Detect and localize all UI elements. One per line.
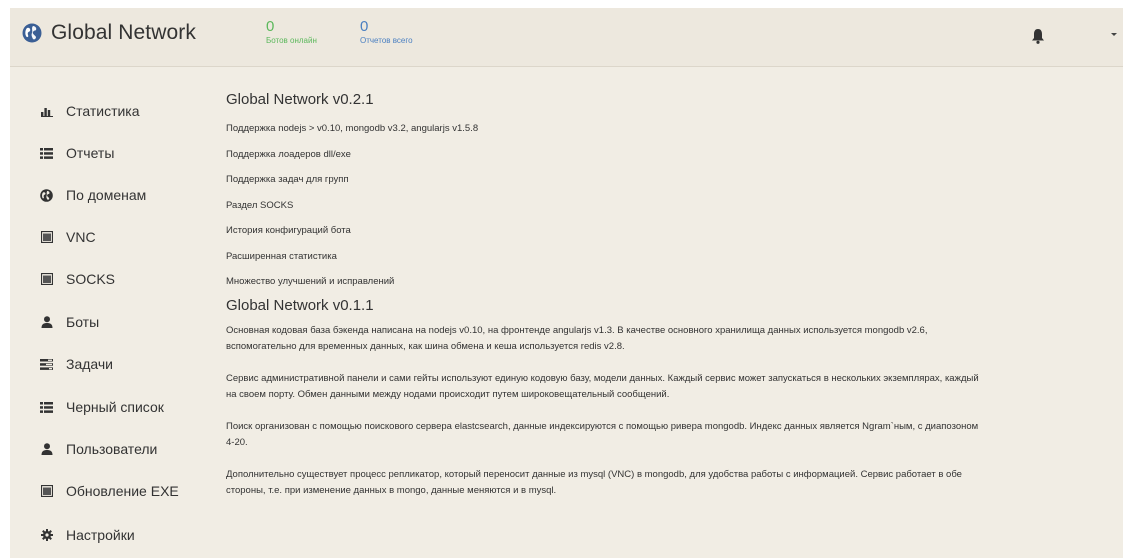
sidebar-item-bots[interactable]: Боты: [40, 311, 99, 333]
sidebar-item-label: Статистика: [66, 103, 140, 119]
paragraph-line: на своем порту. Обмен данными между нода…: [226, 389, 670, 400]
bots-online-label: Ботов онлайн: [266, 36, 317, 45]
sidebar-item-vnc[interactable]: VNC: [40, 226, 96, 248]
gear-icon: [40, 529, 53, 542]
sidebar-item-statistics[interactable]: Статистика: [40, 100, 140, 122]
sidebar-item-label: Черный список: [66, 399, 164, 415]
user-icon: [40, 443, 53, 456]
paragraph-line: Основная кодовая база бэкенда написана н…: [226, 325, 928, 336]
globe-icon: [22, 23, 42, 43]
sidebar-item-label: Отчеты: [66, 145, 115, 161]
version-heading: Global Network v0.1.1: [226, 297, 374, 314]
user-menu-caret-icon[interactable]: [1111, 33, 1117, 36]
list-icon: [40, 401, 53, 414]
changelog-paragraph: Дополнительно существует процесс реплика…: [226, 467, 1116, 499]
brand[interactable]: Global Network: [22, 21, 196, 45]
sidebar-item-label: Пользователи: [66, 441, 158, 457]
tasks-icon: [40, 358, 53, 371]
paragraph-line: Сервис административной панели и сами ге…: [226, 373, 979, 384]
sidebar-item-reports[interactable]: Отчеты: [40, 142, 114, 164]
bell-icon[interactable]: [1031, 28, 1045, 44]
reports-total-count: 0: [360, 18, 369, 35]
paragraph-line: Поиск организован с помощью поискового с…: [226, 421, 979, 432]
sidebar-item-tasks[interactable]: Задачи: [40, 353, 113, 375]
sidebar-item-label: VNC: [66, 229, 96, 245]
bots-online-count: 0: [266, 18, 275, 35]
reports-total-stat[interactable]: 0 Отчетов всего: [360, 19, 413, 46]
changelog-item: История конфигураций бота: [226, 225, 351, 236]
sidebar-item-settings[interactable]: Настройки: [40, 524, 135, 546]
changelog-paragraph: Сервис административной панели и сами ге…: [226, 371, 1116, 403]
bots-online-stat[interactable]: 0 Ботов онлайн: [266, 19, 317, 46]
sidebar-item-socks[interactable]: SOCKS: [40, 268, 115, 290]
sidebar-item-label: Обновление EXE: [66, 483, 179, 499]
version-heading: Global Network v0.2.1: [226, 91, 374, 108]
paragraph-line: Дополнительно существует процесс реплика…: [226, 469, 962, 480]
paragraph-line: 4-20.: [226, 437, 248, 448]
sidebar-item-blacklist[interactable]: Черный список: [40, 396, 164, 418]
bar-chart-icon: [40, 105, 53, 118]
top-navbar: Global Network 0 Ботов онлайн 0 Отчетов …: [10, 8, 1123, 67]
sidebar-item-domains[interactable]: По доменам: [40, 184, 146, 206]
changelog-item: Поддержка nodejs > v0.10, mongodb v3.2, …: [226, 123, 479, 134]
app-title: Global Network: [51, 21, 196, 44]
paragraph-line: стороны, т.е. при изменение данных в mon…: [226, 485, 557, 496]
changelog-item: Множество улучшений и исправлений: [226, 276, 395, 287]
changelog-item: Раздел SOCKS: [226, 200, 294, 211]
window-icon: [40, 485, 53, 498]
sidebar-item-label: SOCKS: [66, 271, 116, 287]
changelog-item: Поддержка лоадеров dll/exe: [226, 149, 351, 160]
sidebar-item-users[interactable]: Пользователи: [40, 438, 157, 460]
sidebar-item-label: Боты: [66, 314, 100, 330]
paragraph-line: вспомогательно для временных данных, как…: [226, 341, 625, 352]
app-frame: Global Network 0 Ботов онлайн 0 Отчетов …: [10, 8, 1123, 558]
changelog-paragraph: Поиск организован с помощью поискового с…: [226, 419, 1116, 451]
reports-total-label: Отчетов всего: [360, 36, 413, 45]
globe-icon: [40, 188, 53, 202]
sidebar-item-label: Задачи: [66, 356, 114, 372]
window-icon: [40, 273, 53, 286]
list-icon: [40, 147, 53, 160]
changelog-item: Поддержка задач для групп: [226, 174, 349, 185]
changelog-paragraph: Основная кодовая база бэкенда написана н…: [226, 323, 1116, 355]
changelog-item: Расширенная статистика: [226, 251, 337, 262]
window-icon: [40, 231, 53, 244]
user-icon: [40, 316, 53, 329]
sidebar-item-label: По доменам: [66, 187, 147, 203]
sidebar-item-update-exe[interactable]: Обновление EXE: [40, 480, 179, 502]
sidebar-item-label: Настройки: [66, 527, 135, 543]
